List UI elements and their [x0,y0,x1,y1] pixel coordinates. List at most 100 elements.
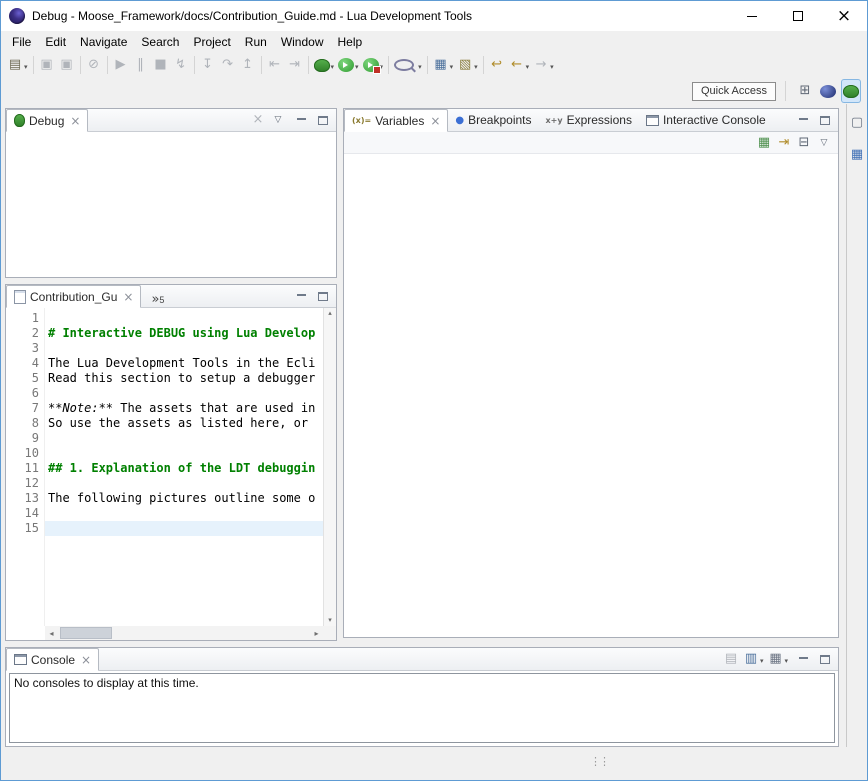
dropdown-arrow-icon[interactable] [784,652,788,666]
editor-line[interactable]: The Lua Development Tools in the Ecli [45,356,323,371]
close-tab-icon[interactable] [430,114,440,128]
editor-line[interactable] [45,521,323,536]
restore-editor-view-button[interactable]: ▢ [848,112,866,134]
dropdown-arrow-icon[interactable] [550,58,554,72]
scrollbar-thumb[interactable] [60,627,112,639]
debug-button[interactable] [313,54,336,76]
maximize-view-button[interactable] [816,111,834,129]
external-tools-button[interactable] [362,54,385,76]
dropdown-arrow-icon[interactable] [474,58,478,72]
debug-view-content[interactable] [6,132,336,277]
lua-perspective-button[interactable] [819,80,837,102]
skip-all-breakpoints-button: ⊘ [85,54,103,76]
maximize-view-button[interactable] [314,287,332,305]
collapse-all-icon: ⊟ [796,135,812,151]
menu-project[interactable]: Project [186,33,237,51]
open-element-button[interactable]: ▧ [456,54,479,76]
horizontal-scrollbar[interactable] [45,626,323,640]
variables-content[interactable] [344,154,838,637]
editor-line[interactable]: **Note:** The assets that are used in [45,401,323,416]
scroll-corner [323,626,336,640]
close-tab-icon[interactable] [123,290,133,304]
hidden-tab-count: 5 [159,296,164,305]
editor-line[interactable] [45,341,323,356]
maximize-icon [793,11,803,21]
new-lua-wizard-button[interactable]: ▦ [432,54,455,76]
external-tools-icon [363,58,379,72]
close-window-button[interactable] [821,1,867,31]
editor-line[interactable]: The following pictures outline some o [45,491,323,506]
menu-run[interactable]: Run [238,33,274,51]
display-selected-console-icon[interactable]: ▥ [742,648,765,670]
editor-line[interactable]: ## 1. Explanation of the LDT debuggin [45,461,323,476]
tab-overflow-indicator[interactable]: »5 [151,285,164,307]
menu-navigate[interactable]: Navigate [73,33,134,51]
dropdown-arrow-icon[interactable] [418,58,422,72]
maximize-view-button[interactable] [816,650,834,668]
use-step-filters-icon: ⇥ [287,57,303,73]
resize-grip[interactable] [590,755,608,768]
maximize-view-button[interactable] [314,111,332,129]
tab-breakpoints[interactable]: ●Breakpoints [448,109,538,131]
tab-expressions[interactable]: x+yExpressions [539,109,639,131]
minimize-view-button[interactable] [292,111,310,129]
editor-line[interactable] [45,311,323,326]
close-tab-icon[interactable] [81,653,91,667]
editor-line[interactable]: # Interactive DEBUG using Lua Develop [45,326,323,341]
quick-access-box[interactable]: Quick Access [692,82,776,101]
vertical-scrollbar[interactable] [323,308,336,626]
editor-line[interactable] [45,506,323,521]
close-tab-icon[interactable] [70,114,80,128]
search-button[interactable] [393,54,423,76]
show-logical-structures-icon[interactable]: ▦ [755,132,773,154]
tab-variables[interactable]: (x)=Variables [344,109,448,132]
window-title: Debug - Moose_Framework/docs/Contributio… [32,9,472,23]
tab-contribution-guide[interactable]: Contribution_Gu [6,285,141,308]
open-perspective-button[interactable]: ⊞ [796,80,814,102]
dropdown-arrow-icon[interactable] [450,58,454,72]
console-message-area[interactable]: No consoles to display at this time. [9,673,835,743]
editor-line[interactable] [45,431,323,446]
run-button[interactable] [337,54,360,76]
dropdown-arrow-icon[interactable] [760,652,764,666]
editor-line[interactable]: Read this section to setup a debugger [45,371,323,386]
tab-label: Debug [29,114,64,128]
editor-line[interactable] [45,476,323,491]
open-console-icon[interactable]: ▦ [766,648,789,670]
minimize-view-button[interactable] [292,287,310,305]
back-button[interactable]: ← [508,54,531,76]
maximize-window-button[interactable] [775,1,821,31]
menu-file[interactable]: File [5,33,38,51]
tab-interactive-console[interactable]: Interactive Console [639,109,773,131]
run-icon [338,58,354,72]
minimize-view-button[interactable] [794,111,812,129]
scroll-up-icon[interactable] [328,310,332,317]
view-menu-icon[interactable]: ▽ [815,132,833,154]
editor-line[interactable] [45,386,323,401]
show-type-names-icon[interactable]: ⇥ [775,132,793,154]
scroll-left-icon[interactable] [45,626,58,640]
dropdown-arrow-icon[interactable] [355,58,359,72]
dropdown-arrow-icon[interactable] [331,58,335,72]
last-edit-location-button[interactable]: ↩ [488,54,506,76]
menu-edit[interactable]: Edit [38,33,73,51]
dropdown-arrow-icon[interactable] [24,58,28,72]
editor-line[interactable]: So use the assets as listed here, or [45,416,323,431]
editor-text-area[interactable]: # Interactive DEBUG using Lua Develop The… [45,308,323,626]
menu-window[interactable]: Window [274,33,331,51]
editor-line[interactable] [45,446,323,461]
tab-console[interactable]: Console [6,648,99,671]
debug-perspective-button[interactable] [842,80,860,102]
menu-help[interactable]: Help [331,33,370,51]
scroll-down-icon[interactable] [328,617,332,624]
scroll-right-icon[interactable] [310,626,323,640]
menu-search[interactable]: Search [134,33,186,51]
restore-view-stack-button[interactable]: ▦ [848,144,866,166]
view-menu-icon[interactable]: ▽ [269,109,287,131]
minimize-view-button[interactable] [794,650,812,668]
dropdown-arrow-icon[interactable] [526,58,530,72]
new-wizard-button[interactable]: ▤ [6,54,29,76]
minimize-window-button[interactable] [729,1,775,31]
tab-debug[interactable]: Debug [6,109,88,132]
collapse-all-icon[interactable]: ⊟ [795,132,813,154]
